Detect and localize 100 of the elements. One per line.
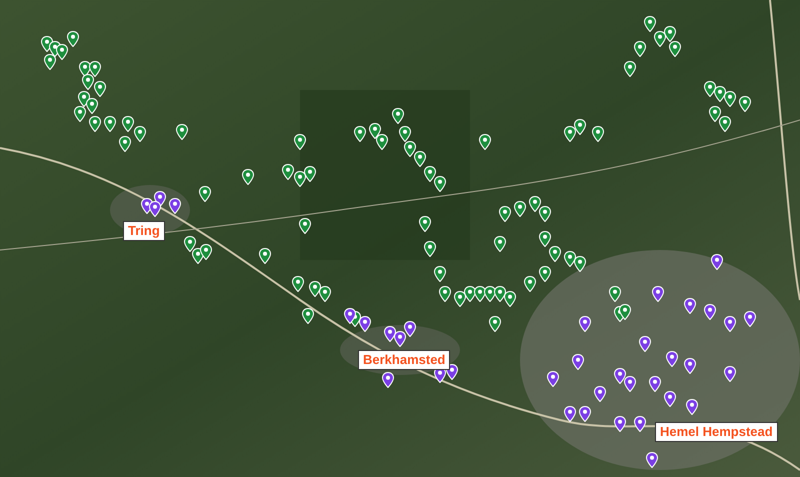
map-pin-icon[interactable] — [369, 123, 381, 139]
map-pin-icon[interactable] — [666, 351, 678, 367]
map-pin-icon[interactable] — [82, 74, 94, 90]
map-pin-icon[interactable] — [454, 291, 466, 307]
map-pin-icon[interactable] — [547, 371, 559, 387]
map-pin-icon[interactable] — [184, 236, 196, 252]
map-pin-icon[interactable] — [744, 311, 756, 327]
map-pin-icon[interactable] — [282, 164, 294, 180]
map-pin-icon[interactable] — [344, 308, 356, 324]
map-pin-icon[interactable] — [434, 266, 446, 282]
map-pin-icon[interactable] — [664, 26, 676, 42]
map-pin-icon[interactable] — [119, 136, 131, 152]
map-pin-icon[interactable] — [149, 201, 161, 217]
map-pin-icon[interactable] — [634, 41, 646, 57]
map-pin-icon[interactable] — [494, 286, 506, 302]
map-pin-icon[interactable] — [424, 166, 436, 182]
map-pin-icon[interactable] — [414, 151, 426, 167]
map-pin-icon[interactable] — [644, 16, 656, 32]
map-pin-icon[interactable] — [579, 406, 591, 422]
map-pin-icon[interactable] — [439, 286, 451, 302]
map-pin-icon[interactable] — [104, 116, 116, 132]
map-pin-icon[interactable] — [292, 276, 304, 292]
map-pin-icon[interactable] — [564, 406, 576, 422]
map-pin-icon[interactable] — [564, 251, 576, 267]
map-pin-icon[interactable] — [242, 169, 254, 185]
map-pin-icon[interactable] — [304, 166, 316, 182]
map-pin-icon[interactable] — [89, 61, 101, 77]
map-pin-icon[interactable] — [724, 316, 736, 332]
map-pin-icon[interactable] — [74, 106, 86, 122]
map-pin-icon[interactable] — [404, 141, 416, 157]
map-pin-icon[interactable] — [86, 98, 98, 114]
map-pin-icon[interactable] — [669, 41, 681, 57]
map-pin-icon[interactable] — [684, 358, 696, 374]
map-pin-icon[interactable] — [489, 316, 501, 332]
map-pin-icon[interactable] — [572, 354, 584, 370]
map-pin-icon[interactable] — [424, 241, 436, 257]
map-pin-icon[interactable] — [664, 391, 676, 407]
map-pin-icon[interactable] — [579, 316, 591, 332]
map-pin-icon[interactable] — [200, 244, 212, 260]
map-pin-icon[interactable] — [564, 126, 576, 142]
map-pin-icon[interactable] — [574, 119, 586, 135]
map-pin-icon[interactable] — [434, 176, 446, 192]
map-pin-icon[interactable] — [399, 126, 411, 142]
map-pin-icon[interactable] — [504, 291, 516, 307]
map-pin-icon[interactable] — [614, 416, 626, 432]
map-pin-icon[interactable] — [739, 96, 751, 112]
map-pin-icon[interactable] — [259, 248, 271, 264]
map-pin-icon[interactable] — [419, 216, 431, 232]
map-pin-icon[interactable] — [619, 304, 631, 320]
map-pin-icon[interactable] — [134, 126, 146, 142]
map-pin-icon[interactable] — [479, 134, 491, 150]
map-pin-icon[interactable] — [624, 376, 636, 392]
map-pin-icon[interactable] — [592, 126, 604, 142]
map-pin-icon[interactable] — [724, 366, 736, 382]
map-pin-icon[interactable] — [529, 196, 541, 212]
map-pin-icon[interactable] — [624, 61, 636, 77]
map-pin-icon[interactable] — [614, 368, 626, 384]
map-pin-icon[interactable] — [539, 231, 551, 247]
map-pin-icon[interactable] — [646, 452, 658, 468]
map-pin-icon[interactable] — [652, 286, 664, 302]
map-pin-icon[interactable] — [394, 331, 406, 347]
map-pin-icon[interactable] — [649, 376, 661, 392]
map-pin-icon[interactable] — [524, 276, 536, 292]
map-pin-icon[interactable] — [539, 266, 551, 282]
map-pin-icon[interactable] — [609, 286, 621, 302]
map-pin-icon[interactable] — [684, 298, 696, 314]
map-pin-icon[interactable] — [384, 326, 396, 342]
map-pin-icon[interactable] — [122, 116, 134, 132]
map-pin-icon[interactable] — [594, 386, 606, 402]
map-pin-icon[interactable] — [574, 256, 586, 272]
map-pin-icon[interactable] — [302, 308, 314, 324]
map-pin-icon[interactable] — [176, 124, 188, 140]
map-pin-icon[interactable] — [514, 201, 526, 217]
map-pin-icon[interactable] — [56, 44, 68, 60]
map-pin-icon[interactable] — [392, 108, 404, 124]
map-pin-icon[interactable] — [704, 304, 716, 320]
map-pin-icon[interactable] — [382, 372, 394, 388]
map-pin-icon[interactable] — [67, 31, 79, 47]
map-pin-icon[interactable] — [89, 116, 101, 132]
map-pin-icon[interactable] — [711, 254, 723, 270]
map-pin-icon[interactable] — [634, 416, 646, 432]
map-pin-icon[interactable] — [44, 54, 56, 70]
map-pin-icon[interactable] — [299, 218, 311, 234]
map-pin-icon[interactable] — [94, 81, 106, 97]
map-pin-icon[interactable] — [539, 206, 551, 222]
map-pin-icon[interactable] — [404, 321, 416, 337]
map-pin-icon[interactable] — [714, 86, 726, 102]
map-pin-icon[interactable] — [309, 281, 321, 297]
map-pin-icon[interactable] — [319, 286, 331, 302]
map-pin-icon[interactable] — [654, 31, 666, 47]
map-pin-icon[interactable] — [294, 134, 306, 150]
map-pin-icon[interactable] — [376, 134, 388, 150]
map-pin-icon[interactable] — [549, 246, 561, 262]
map-pin-icon[interactable] — [499, 206, 511, 222]
map-pin-icon[interactable] — [354, 126, 366, 142]
map-pin-icon[interactable] — [724, 91, 736, 107]
map-pin-icon[interactable] — [639, 336, 651, 352]
map-pin-icon[interactable] — [359, 316, 371, 332]
map-pin-icon[interactable] — [704, 81, 716, 97]
map-pin-icon[interactable] — [294, 171, 306, 187]
